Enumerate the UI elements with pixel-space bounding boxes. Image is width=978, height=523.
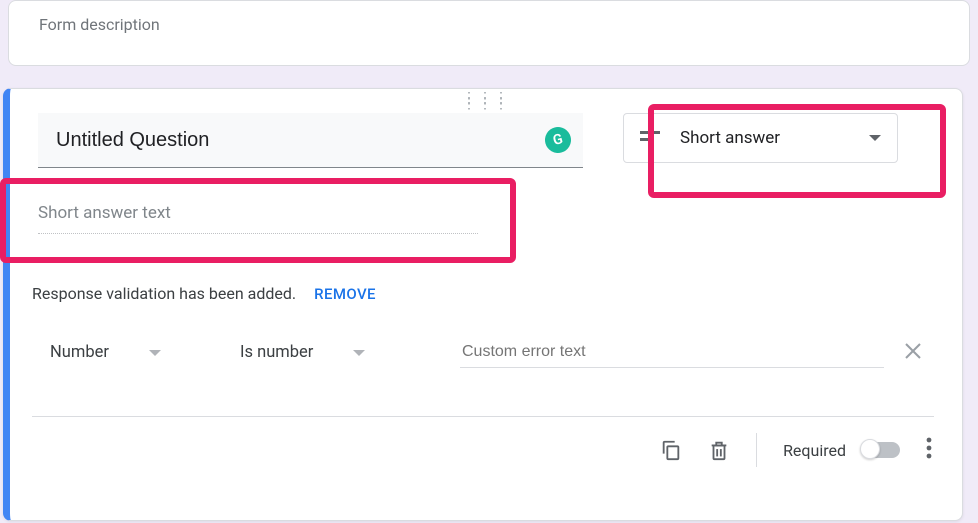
question-type-dropdown[interactable]: Short answer [623, 113, 898, 163]
question-title-wrap: G [38, 113, 583, 168]
grammarly-icon[interactable]: G [542, 124, 574, 156]
chevron-down-icon [149, 350, 161, 356]
form-description-field[interactable]: Form description [39, 15, 939, 34]
validation-type-label: Number [50, 343, 109, 362]
delete-button[interactable] [708, 438, 730, 462]
short-answer-icon [640, 131, 660, 145]
question-title-input[interactable] [56, 129, 545, 152]
drag-handle-icon: ⋮⋮⋮⋮⋮⋮ [462, 95, 510, 107]
question-footer: Required [10, 417, 962, 467]
chevron-down-icon [869, 135, 881, 141]
form-header-card: Form description [8, 0, 970, 66]
chevron-down-icon [353, 350, 365, 356]
validation-condition-label: Is number [240, 343, 313, 362]
question-type-label: Short answer [680, 128, 849, 148]
validation-controls: Number Is number [50, 337, 922, 368]
more-options-button[interactable] [926, 437, 932, 463]
validation-type-select[interactable]: Number [50, 343, 220, 362]
duplicate-button[interactable] [660, 439, 682, 461]
question-card: ⋮⋮⋮⋮⋮⋮ G Short answer Short answer text … [3, 88, 963, 521]
toggle-knob [860, 439, 880, 459]
required-label: Required [783, 441, 846, 460]
validation-status-row: Response validation has been added. REMO… [32, 284, 934, 303]
validation-close-button[interactable] [904, 342, 922, 364]
validation-remove-button[interactable]: REMOVE [314, 285, 376, 303]
drag-handle[interactable]: ⋮⋮⋮⋮⋮⋮ [10, 89, 962, 113]
footer-divider [756, 433, 757, 467]
required-toggle[interactable] [862, 442, 900, 458]
short-answer-placeholder: Short answer text [38, 203, 478, 234]
validation-condition-select[interactable]: Is number [240, 343, 440, 362]
validation-added-text: Response validation has been added. [32, 284, 296, 303]
validation-error-text-input[interactable] [460, 337, 884, 368]
